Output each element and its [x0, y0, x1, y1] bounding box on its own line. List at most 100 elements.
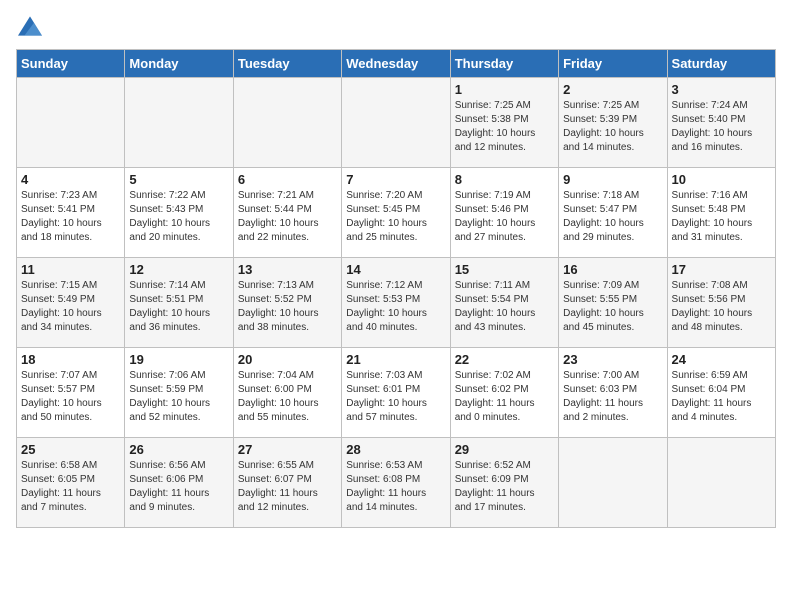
day-info: Sunrise: 7:08 AM Sunset: 5:56 PM Dayligh…	[672, 279, 771, 335]
calendar-cell: 6 Sunrise: 7:21 AM Sunset: 5:44 PM Daylig…	[233, 168, 341, 258]
day-info: Sunrise: 7:02 AM Sunset: 6:02 PM Dayligh…	[455, 369, 554, 425]
calendar-week-row: 1 Sunrise: 7:25 AM Sunset: 5:38 PM Daylig…	[17, 78, 776, 168]
calendar-cell	[342, 78, 450, 168]
calendar-cell: 16 Sunrise: 7:09 AM Sunset: 5:55 PM Dayli…	[559, 258, 667, 348]
calendar-cell: 2 Sunrise: 7:25 AM Sunset: 5:39 PM Daylig…	[559, 78, 667, 168]
day-number: 4	[21, 172, 120, 187]
day-info: Sunrise: 7:22 AM Sunset: 5:43 PM Dayligh…	[129, 189, 228, 245]
day-number: 9	[563, 172, 662, 187]
calendar-cell: 11 Sunrise: 7:15 AM Sunset: 5:49 PM Dayli…	[17, 258, 125, 348]
day-number: 1	[455, 82, 554, 97]
day-info: Sunrise: 7:15 AM Sunset: 5:49 PM Dayligh…	[21, 279, 120, 335]
day-number: 7	[346, 172, 445, 187]
calendar-cell: 21 Sunrise: 7:03 AM Sunset: 6:01 PM Dayli…	[342, 348, 450, 438]
day-number: 5	[129, 172, 228, 187]
calendar-week-row: 11 Sunrise: 7:15 AM Sunset: 5:49 PM Dayli…	[17, 258, 776, 348]
calendar-table: SundayMondayTuesdayWednesdayThursdayFrid…	[16, 49, 776, 528]
day-info: Sunrise: 7:11 AM Sunset: 5:54 PM Dayligh…	[455, 279, 554, 335]
day-number: 18	[21, 352, 120, 367]
calendar-cell: 5 Sunrise: 7:22 AM Sunset: 5:43 PM Daylig…	[125, 168, 233, 258]
calendar-cell: 26 Sunrise: 6:56 AM Sunset: 6:06 PM Dayli…	[125, 438, 233, 528]
logo-icon	[18, 16, 42, 36]
day-info: Sunrise: 6:56 AM Sunset: 6:06 PM Dayligh…	[129, 459, 228, 515]
header-sunday: Sunday	[17, 50, 125, 78]
calendar-cell	[559, 438, 667, 528]
calendar-cell: 1 Sunrise: 7:25 AM Sunset: 5:38 PM Daylig…	[450, 78, 558, 168]
day-info: Sunrise: 7:16 AM Sunset: 5:48 PM Dayligh…	[672, 189, 771, 245]
calendar-cell: 20 Sunrise: 7:04 AM Sunset: 6:00 PM Dayli…	[233, 348, 341, 438]
calendar-cell: 3Sunrise: 7:24 AM Sunset: 5:40 PM Daylig…	[667, 78, 775, 168]
calendar-week-row: 25Sunrise: 6:58 AM Sunset: 6:05 PM Dayli…	[17, 438, 776, 528]
day-info: Sunrise: 7:12 AM Sunset: 5:53 PM Dayligh…	[346, 279, 445, 335]
day-info: Sunrise: 7:18 AM Sunset: 5:47 PM Dayligh…	[563, 189, 662, 245]
day-number: 2	[563, 82, 662, 97]
header-tuesday: Tuesday	[233, 50, 341, 78]
logo	[16, 16, 42, 41]
calendar-cell: 10 Sunrise: 7:16 AM Sunset: 5:48 PM Dayli…	[667, 168, 775, 258]
day-info: Sunrise: 7:04 AM Sunset: 6:00 PM Dayligh…	[238, 369, 337, 425]
day-info: Sunrise: 7:07 AM Sunset: 5:57 PM Dayligh…	[21, 369, 120, 425]
day-number: 24	[672, 352, 771, 367]
day-number: 29	[455, 442, 554, 457]
day-info: Sunrise: 6:53 AM Sunset: 6:08 PM Dayligh…	[346, 459, 445, 515]
calendar-cell: 4 Sunrise: 7:23 AM Sunset: 5:41 PM Daylig…	[17, 168, 125, 258]
day-info: Sunrise: 7:00 AM Sunset: 6:03 PM Dayligh…	[563, 369, 662, 425]
day-number: 27	[238, 442, 337, 457]
day-info: Sunrise: 7:20 AM Sunset: 5:45 PM Dayligh…	[346, 189, 445, 245]
calendar-cell	[17, 78, 125, 168]
calendar-cell: 29 Sunrise: 6:52 AM Sunset: 6:09 PM Dayli…	[450, 438, 558, 528]
day-info: Sunrise: 6:55 AM Sunset: 6:07 PM Dayligh…	[238, 459, 337, 515]
day-number: 12	[129, 262, 228, 277]
header-saturday: Saturday	[667, 50, 775, 78]
day-info: Sunrise: 6:52 AM Sunset: 6:09 PM Dayligh…	[455, 459, 554, 515]
day-number: 13	[238, 262, 337, 277]
day-number: 17	[672, 262, 771, 277]
calendar-week-row: 18 Sunrise: 7:07 AM Sunset: 5:57 PM Dayli…	[17, 348, 776, 438]
day-number: 16	[563, 262, 662, 277]
day-number: 23	[563, 352, 662, 367]
calendar-cell: 22 Sunrise: 7:02 AM Sunset: 6:02 PM Dayli…	[450, 348, 558, 438]
calendar-header-row: SundayMondayTuesdayWednesdayThursdayFrid…	[17, 50, 776, 78]
calendar-cell	[233, 78, 341, 168]
day-number: 11	[21, 262, 120, 277]
day-number: 21	[346, 352, 445, 367]
calendar-cell: 18 Sunrise: 7:07 AM Sunset: 5:57 PM Dayli…	[17, 348, 125, 438]
day-info: Sunrise: 7:25 AM Sunset: 5:38 PM Dayligh…	[455, 99, 554, 155]
day-number: 8	[455, 172, 554, 187]
calendar-cell: 8Sunrise: 7:19 AM Sunset: 5:46 PM Daylig…	[450, 168, 558, 258]
day-info: Sunrise: 7:09 AM Sunset: 5:55 PM Dayligh…	[563, 279, 662, 335]
day-info: Sunrise: 7:21 AM Sunset: 5:44 PM Dayligh…	[238, 189, 337, 245]
day-info: Sunrise: 7:25 AM Sunset: 5:39 PM Dayligh…	[563, 99, 662, 155]
day-number: 15	[455, 262, 554, 277]
day-number: 20	[238, 352, 337, 367]
day-info: Sunrise: 7:14 AM Sunset: 5:51 PM Dayligh…	[129, 279, 228, 335]
calendar-cell: 27 Sunrise: 6:55 AM Sunset: 6:07 PM Dayli…	[233, 438, 341, 528]
page-header	[16, 16, 776, 41]
day-number: 28	[346, 442, 445, 457]
day-info: Sunrise: 7:06 AM Sunset: 5:59 PM Dayligh…	[129, 369, 228, 425]
calendar-cell: 24 Sunrise: 6:59 AM Sunset: 6:04 PM Dayli…	[667, 348, 775, 438]
calendar-cell: 15 Sunrise: 7:11 AM Sunset: 5:54 PM Dayli…	[450, 258, 558, 348]
day-number: 14	[346, 262, 445, 277]
calendar-cell: 12 Sunrise: 7:14 AM Sunset: 5:51 PM Dayli…	[125, 258, 233, 348]
calendar-cell: 14 Sunrise: 7:12 AM Sunset: 5:53 PM Dayli…	[342, 258, 450, 348]
calendar-cell	[125, 78, 233, 168]
day-number: 26	[129, 442, 228, 457]
calendar-cell	[667, 438, 775, 528]
header-monday: Monday	[125, 50, 233, 78]
calendar-cell: 23 Sunrise: 7:00 AM Sunset: 6:03 PM Dayli…	[559, 348, 667, 438]
header-thursday: Thursday	[450, 50, 558, 78]
day-info: Sunrise: 7:24 AM Sunset: 5:40 PM Dayligh…	[672, 99, 771, 155]
day-number: 19	[129, 352, 228, 367]
calendar-cell: 17 Sunrise: 7:08 AM Sunset: 5:56 PM Dayli…	[667, 258, 775, 348]
day-info: Sunrise: 6:58 AM Sunset: 6:05 PM Dayligh…	[21, 459, 120, 515]
header-friday: Friday	[559, 50, 667, 78]
header-wednesday: Wednesday	[342, 50, 450, 78]
day-number: 10	[672, 172, 771, 187]
day-info: Sunrise: 7:23 AM Sunset: 5:41 PM Dayligh…	[21, 189, 120, 245]
day-info: Sunrise: 7:13 AM Sunset: 5:52 PM Dayligh…	[238, 279, 337, 335]
day-number: 6	[238, 172, 337, 187]
day-info: Sunrise: 7:03 AM Sunset: 6:01 PM Dayligh…	[346, 369, 445, 425]
day-number: 22	[455, 352, 554, 367]
day-info: Sunrise: 6:59 AM Sunset: 6:04 PM Dayligh…	[672, 369, 771, 425]
